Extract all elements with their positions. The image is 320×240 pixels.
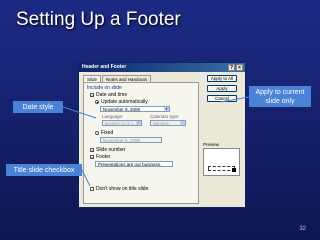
help-button[interactable]: ? <box>228 64 235 71</box>
slide-page-number: 32 <box>299 226 306 232</box>
calendar-label: Calendar type: <box>150 114 180 119</box>
language-value: English (U.S.) <box>105 121 133 126</box>
include-group-label: Include on slide <box>87 85 122 91</box>
slide-number-row: ✓ Slide number <box>90 147 125 153</box>
chevron-down-icon: ▼ <box>180 121 185 125</box>
dialog-title: Header and Footer <box>82 64 127 70</box>
update-auto-radio[interactable] <box>95 100 99 104</box>
footer-row: ✓ Footer <box>90 154 110 160</box>
fixed-radio[interactable] <box>95 131 99 135</box>
apply-current-callout: Apply to current slide only <box>249 86 311 107</box>
close-button[interactable]: × <box>236 64 243 71</box>
preview-thumbnail <box>203 148 240 176</box>
date-style-callout: Date style <box>13 101 63 113</box>
preview-footer-placeholder <box>208 166 235 171</box>
slide-tab-panel: Include on slide ✓ Date and time Update … <box>83 82 199 204</box>
dont-show-title-row: Don't show on title slide <box>90 186 148 192</box>
language-select[interactable]: English (U.S.) ▼ <box>102 120 142 126</box>
update-auto-label: Update automatically <box>101 99 148 105</box>
dont-show-title-label: Don't show on title slide <box>96 186 149 192</box>
cancel-button[interactable]: Cancel <box>207 95 237 102</box>
title-slide-callout: Title slide checkbox <box>6 164 82 176</box>
dialog-titlebar: Header and Footer ? × <box>79 63 245 72</box>
slide-number-label: Slide number <box>96 147 126 153</box>
apply-button[interactable]: Apply <box>207 85 237 92</box>
update-auto-row: Update automatically <box>95 99 148 105</box>
fixed-label: Fixed <box>101 130 114 136</box>
preview-label: Preview <box>203 142 220 147</box>
footer-checkbox[interactable]: ✓ <box>90 155 94 160</box>
date-style-select[interactable]: November 9, 2006 ▼ <box>100 106 170 112</box>
chevron-down-icon: ▼ <box>164 107 169 111</box>
footer-label: Footer <box>96 154 111 160</box>
calendar-select[interactable]: Western ▼ <box>150 120 186 126</box>
date-time-checkbox[interactable]: ✓ <box>90 93 94 98</box>
chevron-down-icon: ▼ <box>136 121 141 125</box>
footer-text-input[interactable]: Presentations are our business. <box>95 161 173 167</box>
header-footer-dialog: Header and Footer ? × Slide Notes and Han… <box>78 62 246 208</box>
language-label: Language: <box>102 114 124 119</box>
tab-strip: Slide Notes and Handouts <box>83 75 152 83</box>
fixed-date-input[interactable]: November 9, 2006 <box>100 137 162 143</box>
slide-title: Setting Up a Footer <box>16 9 181 30</box>
dont-show-title-checkbox[interactable] <box>90 187 94 191</box>
calendar-value: Western <box>153 121 170 126</box>
date-style-value: November 9, 2006 <box>103 107 141 112</box>
preview-slide-number-placeholder <box>232 168 236 172</box>
fixed-row: Fixed <box>95 130 113 136</box>
date-time-row: ✓ Date and time <box>90 92 127 98</box>
date-time-label: Date and time <box>96 92 128 98</box>
apply-to-all-button[interactable]: Apply to All <box>207 75 237 82</box>
slide-number-checkbox[interactable]: ✓ <box>90 148 94 153</box>
